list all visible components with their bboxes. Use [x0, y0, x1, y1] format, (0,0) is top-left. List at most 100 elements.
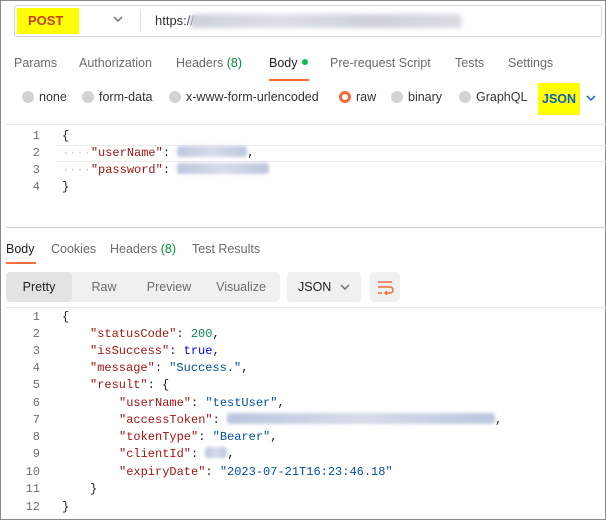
view-mode-group: Pretty Raw Preview Visualize: [6, 272, 280, 302]
json-colon: :: [191, 447, 199, 461]
radio-circle-icon: [339, 91, 351, 103]
divider: [140, 10, 141, 32]
json-colon: :: [176, 327, 184, 341]
redacted-value: [227, 413, 496, 424]
code-line: "statusCode": 200,: [90, 327, 220, 341]
radio-x-www-form-urlencoded[interactable]: x-www-form-urlencoded: [169, 90, 319, 106]
line-number: 6: [32, 396, 40, 410]
json-key: "userName": [119, 396, 192, 410]
line-number: 12: [25, 500, 40, 514]
radio-none[interactable]: none: [22, 90, 67, 106]
json-brace: {: [162, 378, 170, 392]
tab-label: Authorization: [79, 56, 152, 70]
chevron-down-icon[interactable]: [585, 92, 597, 104]
request-body-editor[interactable]: 1 2 3 4 { ····"userName": , ····"passwor…: [6, 124, 606, 228]
chevron-down-icon[interactable]: [111, 12, 125, 26]
tab-params[interactable]: Params: [14, 56, 57, 70]
line-number: 3: [32, 344, 40, 358]
line-number: 11: [25, 482, 40, 496]
code-line: }: [62, 500, 69, 514]
code-line: }: [90, 482, 97, 496]
json-string: "2023-07-21T16:23:46.18": [219, 465, 393, 479]
tab-body[interactable]: Body: [269, 56, 308, 70]
radio-label: none: [39, 90, 67, 104]
json-key: "tokenType": [119, 430, 199, 444]
line-number: 10: [25, 465, 40, 479]
code-line: "accessToken": ,: [119, 413, 502, 427]
radio-circle-icon: [459, 91, 471, 103]
request-url-bar: POST https://: [14, 5, 602, 37]
json-comma: ,: [270, 430, 278, 444]
tab-label: Test Results: [192, 242, 261, 256]
code-line: ····"password":: [62, 163, 270, 177]
view-pretty-button[interactable]: Pretty: [6, 272, 72, 302]
code-line: "message": "Success.",: [90, 361, 248, 375]
radio-circle-icon: [22, 91, 34, 103]
radio-raw[interactable]: raw: [339, 90, 376, 106]
json-key: "clientId": [119, 447, 192, 461]
redacted-url: [190, 14, 462, 28]
json-colon: :: [198, 430, 206, 444]
tab-response-body[interactable]: Body: [6, 242, 35, 256]
json-key: "result": [90, 378, 148, 392]
tab-label: Headers: [110, 242, 158, 256]
json-brace: {: [62, 310, 70, 324]
redacted-value: [177, 163, 270, 174]
json-comma: ,: [212, 344, 220, 358]
method-select[interactable]: POST: [17, 8, 79, 34]
line-number: 7: [32, 413, 40, 427]
radio-form-data[interactable]: form-data: [82, 90, 153, 106]
json-colon: :: [191, 396, 199, 410]
line-number: 4: [32, 361, 40, 375]
chevron-down-icon[interactable]: [339, 281, 351, 293]
json-comma: ,: [495, 413, 503, 427]
line-number: 5: [32, 378, 40, 392]
line-number: 8: [32, 430, 40, 444]
line-number: 2: [32, 146, 40, 160]
json-string: "Bearer": [212, 430, 271, 444]
tab-response-headers[interactable]: Headers (8): [110, 242, 176, 256]
tab-headers[interactable]: Headers (8): [176, 56, 242, 70]
active-tab-indicator: [269, 79, 309, 81]
tab-tests[interactable]: Tests: [455, 56, 484, 70]
wrap-lines-button[interactable]: [370, 272, 400, 302]
code-line: "isSuccess": true,: [90, 344, 220, 358]
tab-label: Body: [6, 242, 35, 256]
json-brace: {: [62, 129, 70, 143]
json-key: "userName": [90, 146, 163, 160]
json-key: "password": [90, 163, 163, 177]
radio-binary[interactable]: binary: [391, 90, 442, 106]
json-brace: }: [62, 180, 70, 194]
json-number: 200: [190, 327, 213, 341]
code-line: "expiryDate": "2023-07-21T16:23:46.18": [119, 465, 393, 479]
radio-circle-icon: [391, 91, 403, 103]
json-colon: :: [169, 344, 177, 358]
radio-label: binary: [408, 90, 443, 104]
body-format-select[interactable]: JSON: [538, 83, 580, 115]
code-line: "result": {: [90, 378, 169, 392]
json-string: "testUser": [205, 396, 278, 410]
json-brace: }: [62, 500, 70, 514]
json-key: "expiryDate": [119, 465, 206, 479]
json-key: "message": [90, 361, 155, 375]
json-colon: :: [147, 378, 155, 392]
view-preview-button[interactable]: Preview: [136, 272, 202, 302]
json-key: "statusCode": [90, 327, 177, 341]
line-number: 4: [32, 180, 40, 194]
radio-graphql[interactable]: GraphQL: [459, 90, 527, 106]
tab-authorization[interactable]: Authorization: [79, 56, 152, 70]
view-visualize-button[interactable]: Visualize: [202, 272, 280, 302]
url-input[interactable]: https://: [155, 13, 194, 28]
request-tabs: Params Authorization Headers (8) Body Pr…: [0, 46, 606, 80]
tab-settings[interactable]: Settings: [508, 56, 553, 70]
modified-dot-icon: [301, 59, 308, 65]
tab-label: Pre-request Script: [330, 56, 431, 70]
radio-label: GraphQL: [476, 90, 528, 104]
tab-test-results[interactable]: Test Results: [192, 242, 260, 256]
view-raw-button[interactable]: Raw: [72, 272, 136, 302]
tab-cookies[interactable]: Cookies: [51, 242, 96, 256]
tab-pre-request-script[interactable]: Pre-request Script: [330, 56, 431, 70]
tab-label: Params: [14, 56, 58, 70]
json-key: "isSuccess": [90, 344, 170, 358]
response-body-viewer[interactable]: 1 2 3 4 5 6 7 8 9 10 11 12 { "statusCode…: [6, 307, 606, 520]
